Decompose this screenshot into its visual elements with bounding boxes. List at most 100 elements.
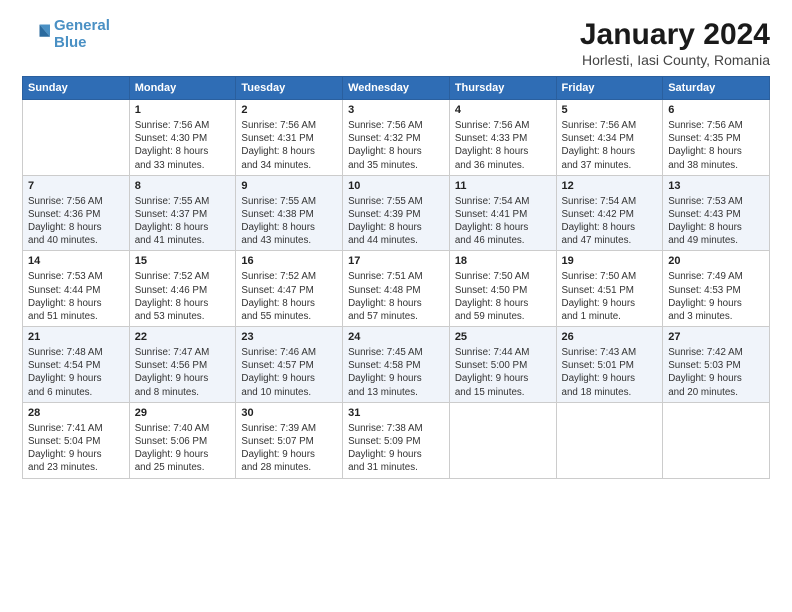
cell-content: Sunrise: 7:52 AMSunset: 4:46 PMDaylight:…	[135, 270, 231, 323]
calendar-cell: 25Sunrise: 7:44 AMSunset: 5:00 PMDayligh…	[449, 327, 556, 403]
calendar-cell: 3Sunrise: 7:56 AMSunset: 4:32 PMDaylight…	[343, 100, 450, 176]
calendar-cell: 10Sunrise: 7:55 AMSunset: 4:39 PMDayligh…	[343, 175, 450, 251]
cell-content: Sunrise: 7:56 AMSunset: 4:31 PMDaylight:…	[241, 119, 337, 172]
calendar-cell: 7Sunrise: 7:56 AMSunset: 4:36 PMDaylight…	[23, 175, 130, 251]
day-number: 28	[28, 406, 124, 421]
week-row-1: 1Sunrise: 7:56 AMSunset: 4:30 PMDaylight…	[23, 100, 770, 176]
calendar-cell: 21Sunrise: 7:48 AMSunset: 4:54 PMDayligh…	[23, 327, 130, 403]
day-number: 12	[562, 179, 658, 194]
cell-content: Sunrise: 7:56 AMSunset: 4:35 PMDaylight:…	[668, 119, 764, 172]
cell-content: Sunrise: 7:43 AMSunset: 5:01 PMDaylight:…	[562, 346, 658, 399]
day-number: 14	[28, 254, 124, 269]
day-number: 9	[241, 179, 337, 194]
cell-content: Sunrise: 7:56 AMSunset: 4:30 PMDaylight:…	[135, 119, 231, 172]
calendar-cell: 30Sunrise: 7:39 AMSunset: 5:07 PMDayligh…	[236, 402, 343, 478]
cell-content: Sunrise: 7:46 AMSunset: 4:57 PMDaylight:…	[241, 346, 337, 399]
calendar-cell: 17Sunrise: 7:51 AMSunset: 4:48 PMDayligh…	[343, 251, 450, 327]
calendar-cell: 2Sunrise: 7:56 AMSunset: 4:31 PMDaylight…	[236, 100, 343, 176]
calendar-cell: 1Sunrise: 7:56 AMSunset: 4:30 PMDaylight…	[129, 100, 236, 176]
cell-content: Sunrise: 7:50 AMSunset: 4:50 PMDaylight:…	[455, 270, 551, 323]
calendar-cell: 9Sunrise: 7:55 AMSunset: 4:38 PMDaylight…	[236, 175, 343, 251]
day-number: 8	[135, 179, 231, 194]
weekday-header-wednesday: Wednesday	[343, 77, 450, 100]
weekday-header-friday: Friday	[556, 77, 663, 100]
day-number: 22	[135, 330, 231, 345]
calendar-cell: 20Sunrise: 7:49 AMSunset: 4:53 PMDayligh…	[663, 251, 770, 327]
calendar-cell: 28Sunrise: 7:41 AMSunset: 5:04 PMDayligh…	[23, 402, 130, 478]
cell-content: Sunrise: 7:40 AMSunset: 5:06 PMDaylight:…	[135, 422, 231, 475]
calendar-cell: 13Sunrise: 7:53 AMSunset: 4:43 PMDayligh…	[663, 175, 770, 251]
day-number: 21	[28, 330, 124, 345]
day-number: 16	[241, 254, 337, 269]
subtitle: Horlesti, Iasi County, Romania	[580, 52, 770, 68]
week-row-4: 21Sunrise: 7:48 AMSunset: 4:54 PMDayligh…	[23, 327, 770, 403]
week-row-2: 7Sunrise: 7:56 AMSunset: 4:36 PMDaylight…	[23, 175, 770, 251]
calendar-cell: 18Sunrise: 7:50 AMSunset: 4:50 PMDayligh…	[449, 251, 556, 327]
day-number: 13	[668, 179, 764, 194]
calendar-cell: 19Sunrise: 7:50 AMSunset: 4:51 PMDayligh…	[556, 251, 663, 327]
calendar-cell: 16Sunrise: 7:52 AMSunset: 4:47 PMDayligh…	[236, 251, 343, 327]
cell-content: Sunrise: 7:41 AMSunset: 5:04 PMDaylight:…	[28, 422, 124, 475]
day-number: 4	[455, 103, 551, 118]
cell-content: Sunrise: 7:39 AMSunset: 5:07 PMDaylight:…	[241, 422, 337, 475]
day-number: 17	[348, 254, 444, 269]
calendar-cell: 6Sunrise: 7:56 AMSunset: 4:35 PMDaylight…	[663, 100, 770, 176]
day-number: 30	[241, 406, 337, 421]
cell-content: Sunrise: 7:47 AMSunset: 4:56 PMDaylight:…	[135, 346, 231, 399]
day-number: 27	[668, 330, 764, 345]
cell-content: Sunrise: 7:49 AMSunset: 4:53 PMDaylight:…	[668, 270, 764, 323]
weekday-header-tuesday: Tuesday	[236, 77, 343, 100]
weekday-header-saturday: Saturday	[663, 77, 770, 100]
cell-content: Sunrise: 7:53 AMSunset: 4:43 PMDaylight:…	[668, 195, 764, 248]
cell-content: Sunrise: 7:56 AMSunset: 4:34 PMDaylight:…	[562, 119, 658, 172]
calendar-cell: 24Sunrise: 7:45 AMSunset: 4:58 PMDayligh…	[343, 327, 450, 403]
calendar-cell	[449, 402, 556, 478]
cell-content: Sunrise: 7:45 AMSunset: 4:58 PMDaylight:…	[348, 346, 444, 399]
page: General Blue January 2024 Horlesti, Iasi…	[0, 0, 792, 612]
cell-content: Sunrise: 7:55 AMSunset: 4:39 PMDaylight:…	[348, 195, 444, 248]
cell-content: Sunrise: 7:56 AMSunset: 4:36 PMDaylight:…	[28, 195, 124, 248]
calendar-cell: 31Sunrise: 7:38 AMSunset: 5:09 PMDayligh…	[343, 402, 450, 478]
calendar-cell: 27Sunrise: 7:42 AMSunset: 5:03 PMDayligh…	[663, 327, 770, 403]
week-row-3: 14Sunrise: 7:53 AMSunset: 4:44 PMDayligh…	[23, 251, 770, 327]
cell-content: Sunrise: 7:52 AMSunset: 4:47 PMDaylight:…	[241, 270, 337, 323]
cell-content: Sunrise: 7:51 AMSunset: 4:48 PMDaylight:…	[348, 270, 444, 323]
cell-content: Sunrise: 7:38 AMSunset: 5:09 PMDaylight:…	[348, 422, 444, 475]
cell-content: Sunrise: 7:56 AMSunset: 4:33 PMDaylight:…	[455, 119, 551, 172]
day-number: 7	[28, 179, 124, 194]
cell-content: Sunrise: 7:54 AMSunset: 4:42 PMDaylight:…	[562, 195, 658, 248]
day-number: 1	[135, 103, 231, 118]
header: General Blue January 2024 Horlesti, Iasi…	[22, 18, 770, 68]
calendar-cell	[663, 402, 770, 478]
cell-content: Sunrise: 7:42 AMSunset: 5:03 PMDaylight:…	[668, 346, 764, 399]
day-number: 3	[348, 103, 444, 118]
day-number: 31	[348, 406, 444, 421]
day-number: 26	[562, 330, 658, 345]
day-number: 11	[455, 179, 551, 194]
day-number: 23	[241, 330, 337, 345]
calendar-cell: 23Sunrise: 7:46 AMSunset: 4:57 PMDayligh…	[236, 327, 343, 403]
day-number: 29	[135, 406, 231, 421]
week-row-5: 28Sunrise: 7:41 AMSunset: 5:04 PMDayligh…	[23, 402, 770, 478]
calendar-cell: 29Sunrise: 7:40 AMSunset: 5:06 PMDayligh…	[129, 402, 236, 478]
cell-content: Sunrise: 7:55 AMSunset: 4:38 PMDaylight:…	[241, 195, 337, 248]
weekday-header-monday: Monday	[129, 77, 236, 100]
day-number: 15	[135, 254, 231, 269]
cell-content: Sunrise: 7:48 AMSunset: 4:54 PMDaylight:…	[28, 346, 124, 399]
calendar-cell: 14Sunrise: 7:53 AMSunset: 4:44 PMDayligh…	[23, 251, 130, 327]
title-block: January 2024 Horlesti, Iasi County, Roma…	[580, 18, 770, 68]
calendar-cell: 5Sunrise: 7:56 AMSunset: 4:34 PMDaylight…	[556, 100, 663, 176]
cell-content: Sunrise: 7:54 AMSunset: 4:41 PMDaylight:…	[455, 195, 551, 248]
calendar-cell	[23, 100, 130, 176]
calendar-table: SundayMondayTuesdayWednesdayThursdayFrid…	[22, 76, 770, 479]
cell-content: Sunrise: 7:44 AMSunset: 5:00 PMDaylight:…	[455, 346, 551, 399]
day-number: 18	[455, 254, 551, 269]
calendar-cell: 22Sunrise: 7:47 AMSunset: 4:56 PMDayligh…	[129, 327, 236, 403]
day-number: 6	[668, 103, 764, 118]
logo-text: General Blue	[54, 18, 110, 51]
header-row: SundayMondayTuesdayWednesdayThursdayFrid…	[23, 77, 770, 100]
calendar-cell	[556, 402, 663, 478]
logo-general: General	[54, 17, 110, 34]
cell-content: Sunrise: 7:50 AMSunset: 4:51 PMDaylight:…	[562, 270, 658, 323]
weekday-header-sunday: Sunday	[23, 77, 130, 100]
